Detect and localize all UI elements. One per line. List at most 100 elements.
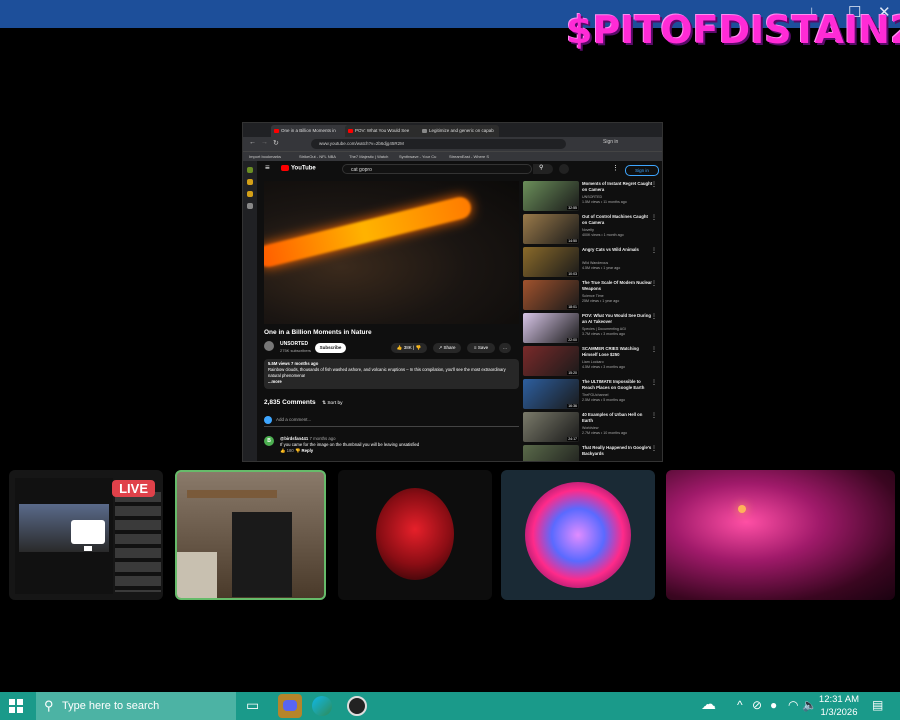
system-clock[interactable]: 12:31 AM 1/3/2026 (815, 693, 863, 719)
tile-skull-avatar[interactable] (338, 470, 492, 600)
recommendation-title[interactable]: The ULTIMATE Impossible to Reach Places … (582, 379, 654, 390)
more-options-icon[interactable]: ⋮ (651, 313, 657, 320)
wifi-icon[interactable]: ◠ (788, 698, 798, 712)
recommendation-title[interactable]: Moments of Instant Regret Caught on Came… (582, 181, 654, 192)
more-options-icon[interactable]: ⋮ (651, 412, 657, 419)
more-options-icon[interactable]: ⋮ (612, 164, 619, 172)
recommendation-thumbnail[interactable] (523, 445, 579, 461)
recommendation-item[interactable]: 10:03 Angry Cats vs Wild Animals Wild Wand… (523, 247, 659, 277)
url-field[interactable]: www.youtube.com/watch?v=2b6djg45R2M (311, 139, 566, 149)
sign-in-button[interactable]: Sign in (625, 165, 659, 176)
duration-badge: 22:00 (567, 338, 578, 342)
sidebar-icon[interactable] (247, 179, 253, 185)
recommendation-meta: 2.5M views • 5 months ago (582, 398, 626, 402)
recommendation-title[interactable]: Angry Cats vs Wild Animals (582, 247, 654, 253)
add-comment-field[interactable]: Add a comment... (264, 416, 519, 427)
search-button[interactable]: ⚲ (533, 164, 553, 174)
recommendation-thumbnail[interactable]: 22:00 (523, 313, 579, 343)
recommendation-title[interactable]: SCAMMER CRIES Watching Himself Lose $250 (582, 346, 654, 357)
like-button[interactable]: 👍 38K | 👎 (391, 343, 427, 353)
recommendation-title[interactable]: POV: What You Would See During an AI Tak… (582, 313, 654, 324)
microphone-icon[interactable]: ● (770, 698, 777, 712)
search-input[interactable]: cat gopro (342, 164, 532, 174)
video-player[interactable] (264, 181, 519, 324)
sidebar-icon[interactable] (247, 191, 253, 197)
back-icon[interactable]: ← (249, 139, 256, 146)
lamp-light (738, 505, 746, 513)
recommendation-thumbnail[interactable]: 10:03 (523, 247, 579, 277)
recommendation-item[interactable]: 15:20 SCAMMER CRIES Watching Himself Lose… (523, 346, 659, 376)
share-button[interactable]: ↗ Share (433, 343, 461, 353)
tile-bedroom-camera[interactable] (666, 470, 895, 600)
recommendation-item[interactable]: 16:36 The ULTIMATE Impossible to Reach Pl… (523, 379, 659, 409)
more-options-icon[interactable]: ⋮ (651, 247, 657, 254)
description-more[interactable]: ...more (268, 379, 515, 385)
more-options-icon[interactable]: ⋮ (651, 346, 657, 353)
description-box[interactable]: 5.5M views 7 months ago Rainbow clouds, … (264, 359, 519, 389)
browser-window: One in a Billion Moments in POV: What Yo… (242, 122, 663, 462)
sidebar-icon[interactable] (247, 203, 253, 209)
channel-avatar[interactable] (264, 341, 274, 351)
recommendation-thumbnail[interactable]: 32:55 (523, 181, 579, 211)
more-options-icon[interactable]: ⋮ (651, 445, 657, 452)
subscribe-button[interactable]: Subscribe (315, 343, 346, 353)
recommendation-item[interactable]: 18:01 The True Scale Of Modern Nuclear We… (523, 280, 659, 310)
comment-like-icon[interactable]: 👍 (280, 448, 285, 453)
recommendation-title[interactable]: 40 Examples of Urban Hell on Earth (582, 412, 654, 423)
edge-icon[interactable] (312, 696, 332, 716)
recommendation-meta: 3.7M views • 3 months ago (582, 332, 626, 336)
clock-date: 1/3/2026 (820, 707, 858, 718)
recommendation-thumbnail[interactable]: 14:50 (523, 214, 579, 244)
mic-icon[interactable] (559, 164, 569, 174)
recommendation-thumbnail[interactable]: 16:36 (523, 379, 579, 409)
recommendation-item[interactable]: That Really Happened In Google's Backyar… (523, 445, 659, 461)
obs-icon[interactable] (347, 696, 367, 716)
youtube-logo[interactable]: YouTube (281, 165, 316, 172)
tile-browser-live[interactable]: LIVE (9, 470, 163, 600)
network-off-icon[interactable]: ⊘ (752, 698, 762, 712)
save-button[interactable]: ≡ Save (467, 343, 495, 353)
sign-in-chip[interactable]: Sign in (603, 139, 618, 145)
tab-2[interactable]: POV: What You Would See (345, 125, 425, 137)
recommendation-item[interactable]: 14:50 Out of Control Machines Caught on C… (523, 214, 659, 244)
channel-name[interactable]: UNSORTED (280, 341, 308, 347)
recommendation-thumbnail[interactable]: 18:01 (523, 280, 579, 310)
recommendation-item[interactable]: 32:55 Moments of Instant Regret Caught on… (523, 181, 659, 211)
taskbar-search-box[interactable]: ⚲ Type here to search (36, 692, 236, 720)
comment-reply-button[interactable]: Reply (302, 448, 314, 453)
recommendation-thumbnail[interactable]: 24:17 (523, 412, 579, 442)
more-options-icon[interactable]: ⋮ (651, 280, 657, 287)
more-options-icon[interactable]: ⋮ (651, 181, 657, 188)
comment-dislike-icon[interactable]: 👎 (295, 448, 300, 453)
commenter-avatar[interactable]: B (264, 436, 274, 446)
tab-3[interactable]: Legitimize and generic on capab (419, 125, 499, 137)
notifications-icon[interactable]: ▤ (872, 698, 883, 712)
recommendation-item[interactable]: 22:00 POV: What You Would See During an A… (523, 313, 659, 343)
sidebar-icon[interactable] (247, 167, 253, 173)
more-options-icon[interactable]: ⋮ (651, 379, 657, 386)
recommendation-meta: 4.5M views • 3 months ago (582, 365, 626, 369)
discord-icon[interactable] (278, 694, 302, 718)
tab-label: Legitimize and generic on capab (429, 128, 494, 133)
tile-kitchen-camera[interactable] (175, 470, 326, 600)
recommendation-thumbnail[interactable]: 15:20 (523, 346, 579, 376)
tab-label: One in a Billion Moments in (281, 128, 336, 133)
recommendation-title[interactable]: The True Scale Of Modern Nuclear Weapons (582, 280, 654, 291)
more-actions-button[interactable]: … (499, 343, 511, 353)
tab-active[interactable]: One in a Billion Moments in (271, 125, 351, 137)
menu-icon[interactable]: ≡ (265, 163, 270, 172)
lava-flow-image (264, 194, 474, 270)
weather-icon[interactable]: ☁ (701, 695, 716, 713)
sort-by-button[interactable]: ⇅ Sort by (322, 401, 343, 406)
tile-neon-skull[interactable] (501, 470, 655, 600)
recommendation-title[interactable]: That Really Happened In Google's Backyar… (582, 445, 654, 456)
more-options-icon[interactable]: ⋮ (651, 214, 657, 221)
reload-icon[interactable]: ↻ (273, 139, 279, 147)
recommendation-title[interactable]: Out of Control Machines Caught on Camera (582, 214, 654, 225)
show-hidden-icons-chevron-icon[interactable]: ^ (737, 698, 743, 712)
recommendation-item[interactable]: 24:17 40 Examples of Urban Hell on Earth W… (523, 412, 659, 442)
start-button[interactable] (9, 699, 23, 713)
forward-icon[interactable]: → (261, 139, 268, 146)
task-view-icon[interactable]: ▭ (246, 697, 259, 714)
comment-author[interactable]: @birdsfan441 (280, 436, 308, 441)
